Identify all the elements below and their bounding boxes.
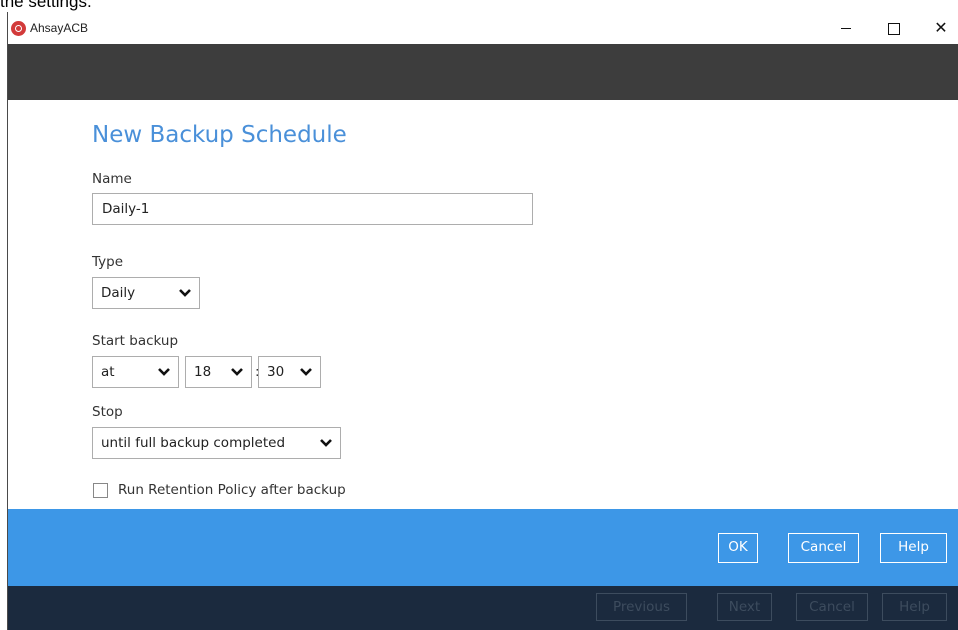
- ok-button[interactable]: OK: [718, 533, 758, 563]
- caption-text: the settings.: [0, 0, 92, 11]
- chevron-down-icon: [158, 357, 170, 398]
- cancel-button[interactable]: Cancel: [788, 533, 859, 563]
- header-bar: [8, 44, 958, 100]
- minimize-button[interactable]: [826, 16, 866, 40]
- close-icon: ✕: [934, 18, 948, 37]
- minimize-icon: [841, 28, 851, 29]
- stop-select-value: until full backup completed: [101, 435, 286, 451]
- stop-label: Stop: [92, 404, 123, 420]
- chevron-down-icon: [300, 357, 312, 398]
- close-button[interactable]: ✕: [921, 16, 958, 40]
- start-hour-select[interactable]: 18: [185, 356, 252, 388]
- retention-policy-checkbox[interactable]: [93, 483, 108, 498]
- stop-select[interactable]: until full backup completed: [92, 427, 341, 459]
- retention-policy-label[interactable]: Run Retention Policy after backup: [118, 482, 346, 498]
- help-button[interactable]: Help: [880, 533, 947, 563]
- previous-button[interactable]: Previous: [596, 593, 687, 621]
- name-label: Name: [92, 171, 132, 187]
- start-hour-value: 18: [194, 364, 212, 380]
- app-window: AhsayACB ✕ New Backup Schedule Name Dail…: [7, 12, 958, 630]
- page-title: New Backup Schedule: [92, 122, 347, 148]
- start-minute-select[interactable]: 30: [258, 356, 321, 388]
- type-select-value: Daily: [101, 285, 136, 301]
- ahsay-logo-icon: [11, 21, 26, 36]
- window-title: AhsayACB: [30, 21, 89, 35]
- type-label: Type: [92, 254, 124, 270]
- action-bar: OK Cancel Help: [8, 509, 958, 586]
- maximize-icon: [888, 22, 900, 35]
- start-at-select[interactable]: at: [92, 356, 179, 388]
- chevron-down-icon: [231, 357, 243, 398]
- chevron-down-icon: [320, 428, 332, 469]
- start-minute-value: 30: [267, 364, 285, 380]
- start-backup-label: Start backup: [92, 333, 179, 349]
- chevron-down-icon: [179, 278, 191, 319]
- wizard-nav-bar: Previous Next Cancel Help: [8, 586, 958, 630]
- maximize-button[interactable]: [874, 16, 914, 40]
- schedule-form: New Backup Schedule Name Daily-1 Type Da…: [8, 100, 958, 509]
- start-at-value: at: [101, 364, 115, 380]
- wizard-cancel-button[interactable]: Cancel: [796, 593, 868, 621]
- type-select[interactable]: Daily: [92, 277, 200, 309]
- title-bar: AhsayACB ✕: [8, 12, 958, 44]
- next-button[interactable]: Next: [717, 593, 772, 621]
- wizard-help-button[interactable]: Help: [882, 593, 947, 621]
- name-input[interactable]: Daily-1: [92, 193, 533, 225]
